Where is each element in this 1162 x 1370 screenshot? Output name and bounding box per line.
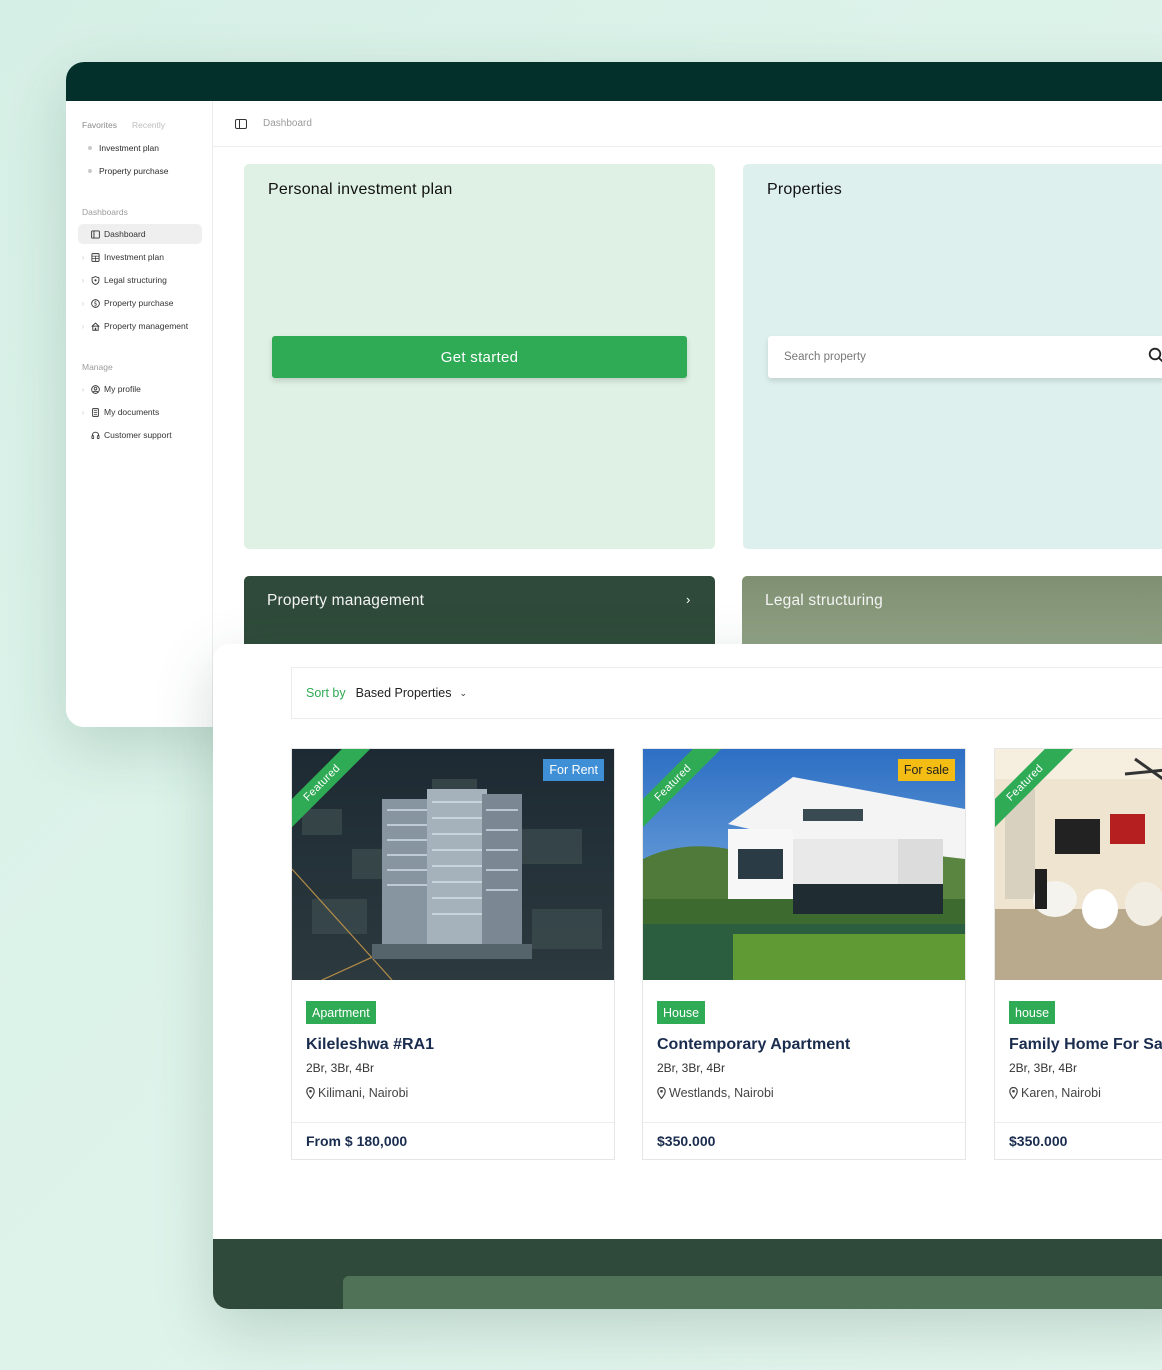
property-type-badge: House [657,1001,706,1024]
sidebar-item-label: Legal structuring [104,275,167,285]
tab-recently[interactable]: Recently [132,120,165,130]
property-price: From $ 180,000 [306,1133,408,1149]
property-rooms: 2Br, 3Br, 4Br [657,1061,726,1075]
location-pin-icon [306,1087,315,1099]
search-icon[interactable] [1148,347,1162,363]
property-title[interactable]: Kileleshwa #RA1 [306,1036,434,1054]
favorite-item-investment-plan[interactable]: Investment plan [88,143,159,153]
dashboard-window: Favorites Recently Investment plan Prope… [66,62,1162,727]
property-type-badge: Apartment [306,1001,376,1024]
legal-structuring-title: Legal structuring [765,592,883,609]
property-price: $350.000 [1009,1133,1068,1149]
location-pin-icon [1009,1087,1018,1099]
sidebar-item-legal-structuring[interactable]: › Legal structuring [78,270,202,290]
sidebar-tabs: Favorites Recently [82,120,165,130]
favorite-label: Investment plan [99,143,160,153]
property-rooms: 2Br, 3Br, 4Br [1009,1061,1078,1075]
sidebar-item-label: Customer support [104,430,172,440]
property-type-badge: house [1009,1001,1056,1024]
favorite-label: Property purchase [99,166,169,176]
property-card[interactable]: Featured For sale House Contemporary Apa… [642,748,966,1160]
sidebar-item-property-purchase[interactable]: › $ Property purchase [78,293,202,313]
breadcrumb-item[interactable]: Dashboard [263,118,312,129]
section-manage: Manage [82,362,113,372]
properties-title: Properties [767,181,842,198]
sidebar-item-customer-support[interactable]: Customer support [78,425,202,445]
sort-label: Sort by [306,686,346,700]
property-location: Karen, Nairobi [1009,1086,1101,1100]
property-location-text: Westlands, Nairobi [669,1086,774,1100]
property-photo: Featured For Rent [292,749,614,980]
chevron-right-icon: › [81,407,85,417]
profile-icon [88,383,102,395]
chevron-right-icon: › [81,298,85,308]
investment-plan-title: Personal investment plan [268,181,453,198]
chevron-down-icon[interactable]: ⌄ [460,688,468,699]
investment-plan-card: Personal investment plan Get started [244,164,715,549]
sidebar: Favorites Recently Investment plan Prope… [66,101,213,727]
card-divider [995,1122,1162,1123]
chevron-right-icon: › [81,384,85,394]
favorite-item-property-purchase[interactable]: Property purchase [88,166,168,176]
sidebar-item-label: Investment plan [104,252,165,262]
sidebar-item-label: My documents [104,407,160,417]
sidebar-item-label: Property purchase [104,298,174,308]
support-icon [88,429,102,441]
sidebar-item-investment-plan[interactable]: › Investment plan [78,247,202,267]
calculator-icon [88,251,102,263]
property-location: Kilimani, Nairobi [306,1086,408,1100]
location-pin-icon [657,1087,666,1099]
bullet-icon [88,146,92,150]
house-icon [88,320,102,332]
sidebar-panel-icon [88,228,102,240]
property-card[interactable]: Featured For Rent Apartment Kileleshwa #… [291,748,615,1160]
status-badge: For sale [897,759,955,781]
breadcrumb: Dashboard [213,101,1162,147]
footer-panel [343,1276,1162,1309]
property-location: Westlands, Nairobi [657,1086,774,1100]
property-title[interactable]: Contemporary Apartment [657,1036,850,1054]
property-card[interactable]: Featured house Family Home For Sa 2Br, 3… [994,748,1162,1160]
sidebar-item-my-documents[interactable]: › My documents [78,402,202,422]
sidebar-item-label: My profile [104,384,141,394]
svg-text:$: $ [93,301,97,307]
status-badge: For Rent [543,759,604,781]
sidebar-item-label: Property management [104,321,189,331]
bullet-icon [88,169,92,173]
sort-bar: Sort by Based Properties ⌄ [291,667,1162,719]
property-photo: Featured For sale [643,749,965,980]
property-location-text: Kilimani, Nairobi [318,1086,409,1100]
properties-card: Properties [743,164,1162,549]
property-photo: Featured [995,749,1162,980]
card-divider [643,1122,965,1123]
title-bar [66,62,1162,101]
sidebar-item-my-profile[interactable]: › My profile [78,379,202,399]
tab-favorites[interactable]: Favorites [82,120,117,130]
property-title[interactable]: Family Home For Sa [1009,1036,1162,1054]
get-started-button[interactable]: Get started [272,336,687,378]
property-price: $350.000 [657,1133,716,1149]
chevron-right-icon: › [686,592,691,607]
sidebar-item-dashboard[interactable]: Dashboard [78,224,202,244]
sort-select[interactable]: Based Properties [356,686,452,700]
dollar-circle-icon: $ [88,297,102,309]
toggle-sidebar-icon[interactable] [235,118,247,129]
main-content: Dashboard Personal investment plan Get s… [213,101,1162,727]
property-location-text: Karen, Nairobi [1021,1086,1101,1100]
chevron-right-icon: › [81,252,85,262]
listings-window: Sort by Based Properties ⌄ Featured For … [213,644,1162,1309]
section-dashboards: Dashboards [82,207,128,217]
sidebar-item-label: Dashboard [104,229,146,239]
property-rooms: 2Br, 3Br, 4Br [306,1061,375,1075]
card-divider [292,1122,614,1123]
chevron-right-icon: › [81,321,85,331]
document-icon [88,406,102,418]
property-management-title: Property management [267,592,425,609]
shield-icon [88,274,102,286]
sidebar-item-property-management[interactable]: › Property management [78,316,202,336]
search-property-input[interactable] [768,336,1162,378]
chevron-right-icon: › [81,275,85,285]
